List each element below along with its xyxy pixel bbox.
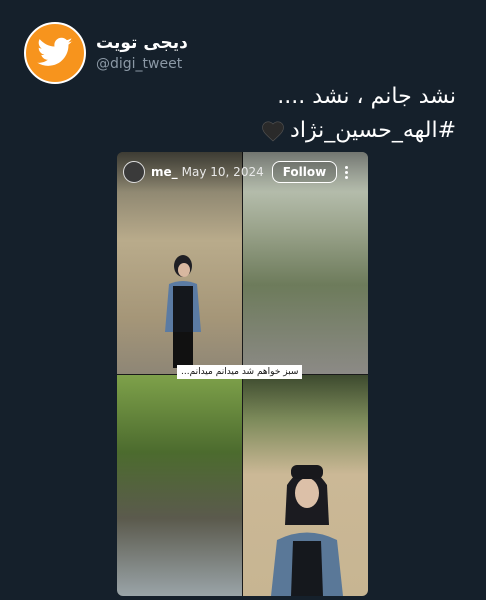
story-avatar[interactable]	[123, 161, 145, 183]
tweet-text: نشد جانم ، نشد .... #الهه_حسین_نژاد	[36, 80, 456, 148]
story-date: May 10, 2024	[181, 165, 264, 179]
account-avatar[interactable]	[24, 22, 86, 84]
story-caption: سبز خواهم شد میدانم میدانم...	[177, 365, 303, 379]
story-username[interactable]: me_	[151, 165, 178, 179]
follow-button[interactable]: Follow	[271, 161, 338, 183]
woman-figure-closeup	[271, 465, 343, 596]
tweet-line-1: نشد جانم ، نشد ....	[277, 84, 456, 109]
display-name[interactable]: دیجی تویت	[96, 32, 188, 54]
photo-stream-forest	[117, 375, 242, 596]
account-handle[interactable]: @digi_tweet	[96, 54, 188, 74]
black-heart-icon	[262, 121, 284, 142]
story-media[interactable]: me_ May 10, 2024 Follow سبز خواهم شد مید…	[117, 152, 368, 596]
more-vertical-icon[interactable]	[345, 165, 349, 179]
story-header: me_ May 10, 2024 Follow	[117, 152, 368, 192]
photo-woman-closeup	[243, 375, 368, 596]
bird-icon	[37, 37, 73, 66]
tweet-header: دیجی تویت @digi_tweet	[24, 22, 188, 84]
woman-figure	[165, 255, 201, 368]
tweet-line-2: #الهه_حسین_نژاد	[36, 114, 456, 148]
hashtag-link[interactable]: #الهه_حسین_نژاد	[290, 118, 456, 143]
